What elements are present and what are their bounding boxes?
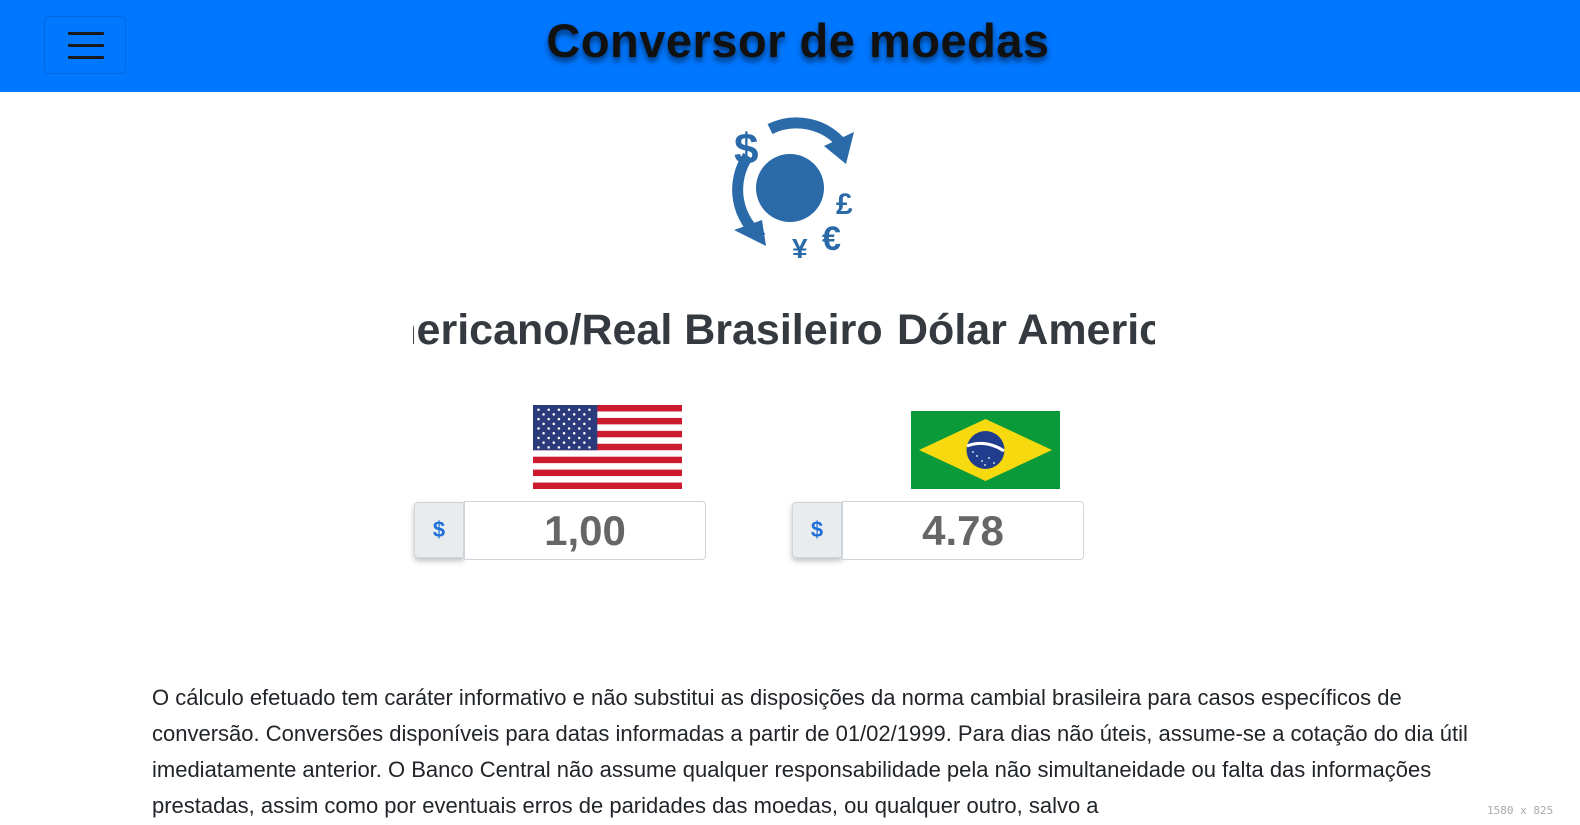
dollar-sign-icon: $ <box>792 502 842 558</box>
navbar: Conversor de moedas <box>0 0 1580 92</box>
us-flag-icon <box>533 405 682 489</box>
dimensions-label: 1580 x 825 <box>1487 804 1554 817</box>
brazil-flag-icon <box>911 411 1060 489</box>
to-amount-input[interactable] <box>842 501 1084 560</box>
svg-text:£: £ <box>836 188 853 221</box>
dollar-sign-icon: $ <box>414 502 464 558</box>
svg-text:$: $ <box>734 125 758 174</box>
currency-pair-marquee: Dólar Americano/Real Brasileiro Dólar Am… <box>413 300 1155 360</box>
currency-pair-label: Dólar Americano/Real Brasileiro <box>897 306 1155 354</box>
from-amount-input[interactable] <box>464 501 706 560</box>
page-title: Conversor de moedas <box>546 14 1050 67</box>
currency-exchange-icon: $ £ € ¥ <box>732 117 854 262</box>
svg-text:€: € <box>822 220 841 258</box>
currency-pair-label: Dólar Americano/Real Brasileiro <box>413 306 883 354</box>
svg-text:¥: ¥ <box>792 233 808 262</box>
disclaimer-text: O cálculo efetuado tem caráter informati… <box>152 685 1468 818</box>
